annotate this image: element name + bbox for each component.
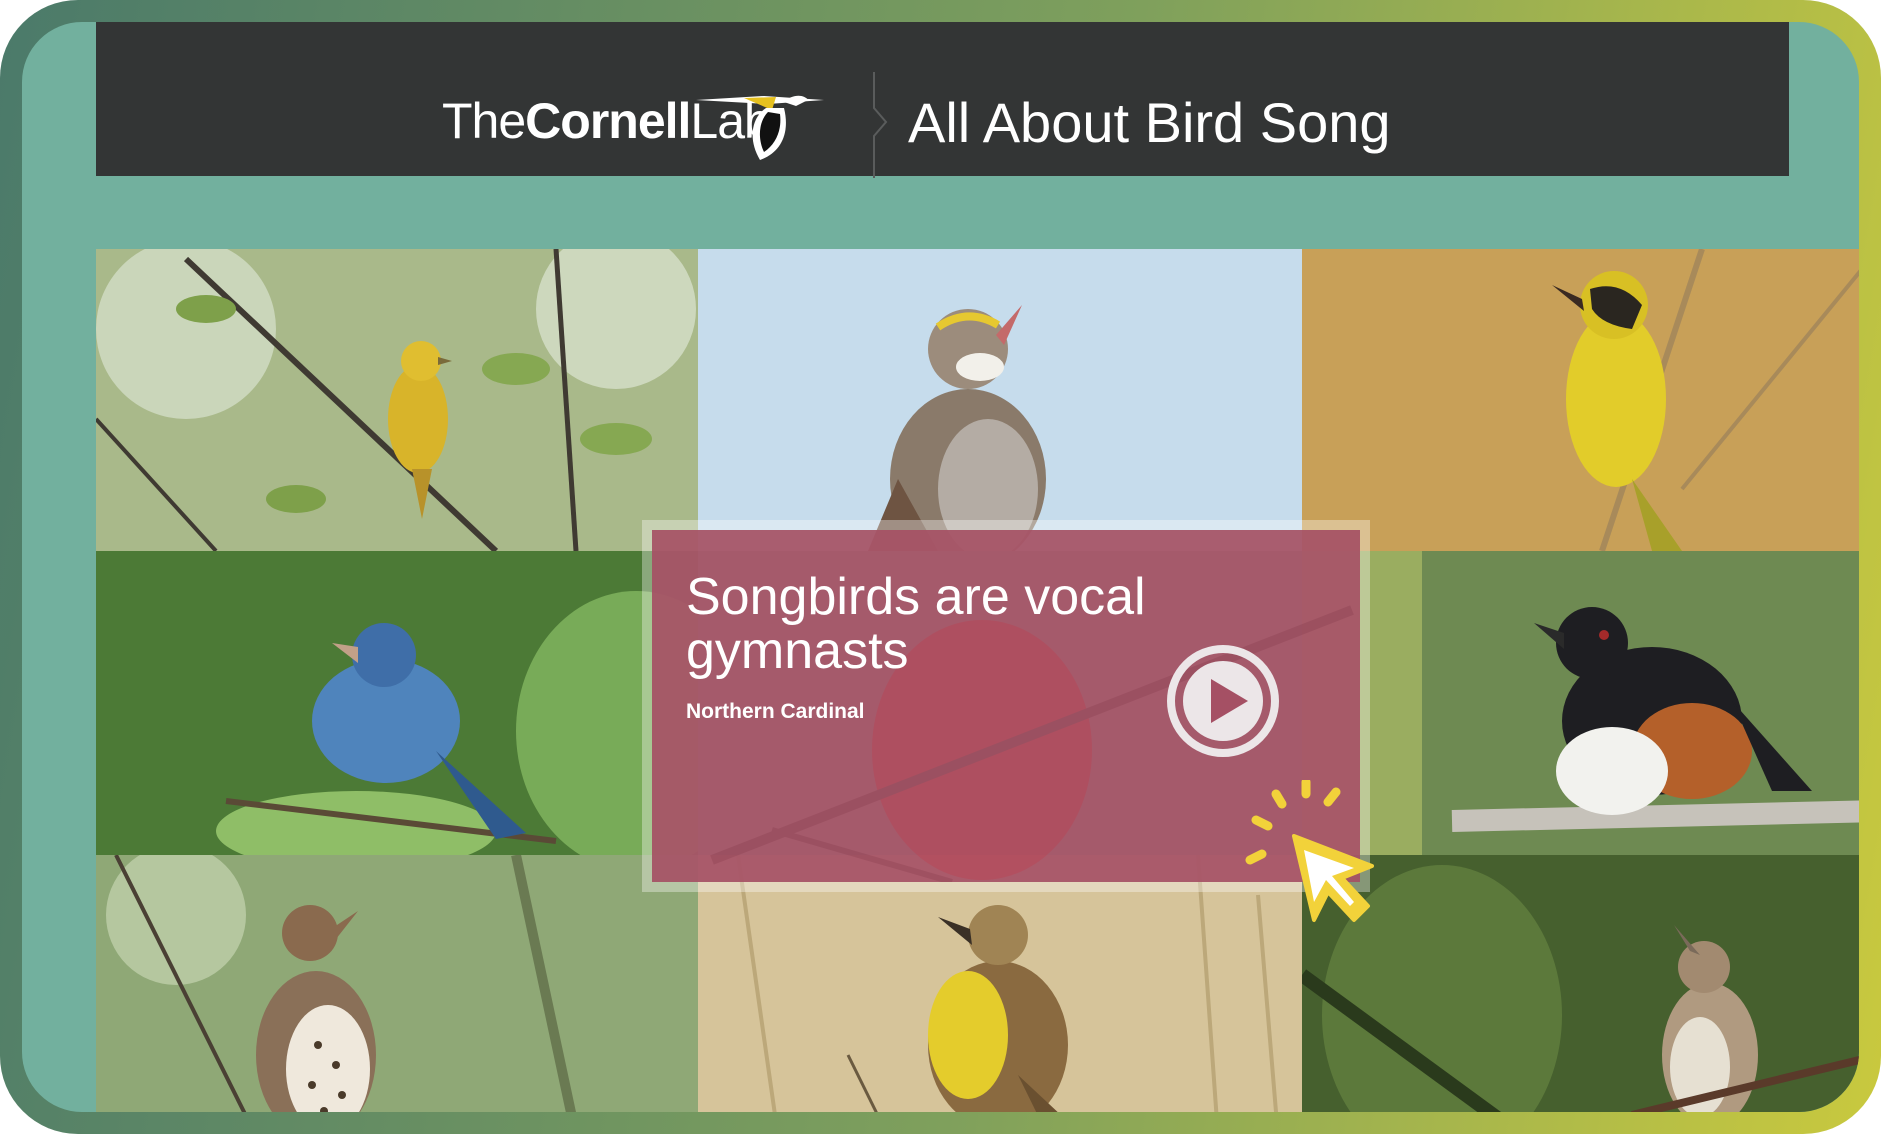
feature-card-heading: Songbirds are vocal gymnasts xyxy=(686,568,1146,680)
tile-western-meadowlark[interactable] xyxy=(698,855,1302,1112)
tile-indigo-bunting[interactable] xyxy=(96,551,698,855)
tile-wood-thrush[interactable] xyxy=(96,855,698,1112)
logo-text-the: The xyxy=(442,93,526,149)
species-label: Northern Cardinal xyxy=(686,700,865,723)
content-area: TheCornellLab All About Bird Song Songbi… xyxy=(22,22,1859,1112)
tile-common-yellowthroat[interactable] xyxy=(1302,249,1859,551)
indigo-bunting-photo xyxy=(96,551,698,855)
white-throated-sparrow-photo xyxy=(698,249,1302,551)
app-frame: TheCornellLab All About Bird Song Songbi… xyxy=(0,0,1881,1134)
western-meadowlark-photo xyxy=(698,855,1302,1112)
common-yellowthroat-photo xyxy=(1302,249,1859,551)
pointer-click-icon xyxy=(1245,780,1374,922)
site-header: TheCornellLab All About Bird Song xyxy=(96,22,1789,178)
tile-yellow-warbler[interactable] xyxy=(96,249,698,551)
yellow-warbler-photo xyxy=(96,249,698,551)
logo-text-cornell: Cornell xyxy=(525,93,691,149)
play-button[interactable] xyxy=(1166,644,1280,758)
page-title: All About Bird Song xyxy=(908,91,1391,154)
woodpecker-logo-icon xyxy=(696,95,824,160)
tile-white-throated-sparrow[interactable] xyxy=(698,249,1302,551)
header-divider xyxy=(873,72,888,178)
wood-thrush-photo xyxy=(96,855,698,1112)
